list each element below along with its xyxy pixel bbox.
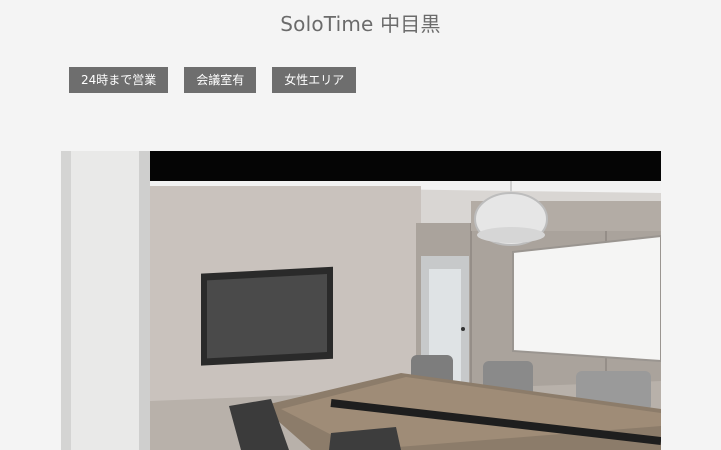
page-title: SoloTime 中目黒 xyxy=(280,12,441,36)
tag-meeting-room[interactable]: 会議室有 xyxy=(184,67,257,93)
space-photo[interactable] xyxy=(61,151,661,450)
tag-open-until-24[interactable]: 24時まで営業 xyxy=(69,67,169,93)
tag-women-area[interactable]: 女性エリア xyxy=(272,67,357,93)
meeting-room-image xyxy=(61,151,661,450)
feature-tags: 24時まで営業 会議室有 女性エリア xyxy=(69,67,357,93)
listing-page: SoloTime 中目黒 24時まで営業 会議室有 女性エリア xyxy=(0,0,721,450)
